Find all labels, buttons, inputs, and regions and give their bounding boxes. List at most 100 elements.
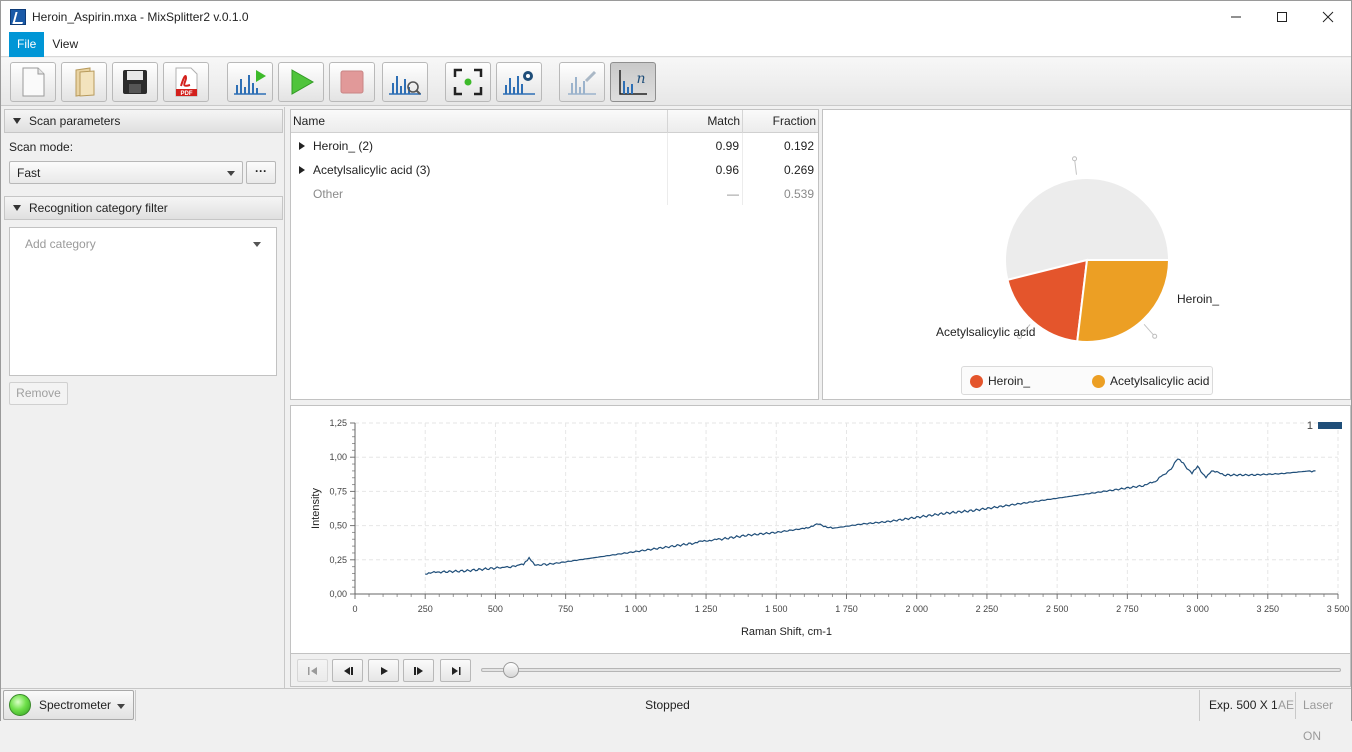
- results-table: Name Match Fraction Heroin_ (2) 0.99 0.1…: [290, 109, 819, 400]
- skip-first-icon: [307, 666, 317, 675]
- toolbar: PDF n: [1, 58, 1351, 106]
- capture-frame-button[interactable]: [445, 62, 491, 102]
- svg-text:PDF: PDF: [181, 91, 193, 97]
- spectrum-legend-marker: [1318, 422, 1342, 429]
- normalize-toggle-button[interactable]: n: [610, 62, 656, 102]
- pie-legend: Heroin_ Acetylsalicylic acid: [961, 366, 1213, 395]
- focus-frame-icon: [453, 68, 483, 96]
- spectrometer-label: Spectrometer: [39, 698, 112, 712]
- playback-bar: [290, 654, 1351, 687]
- auto-exposure-indicator: AE: [1278, 698, 1295, 712]
- pie-label-acetylsalicylic: Acetylsalicylic acid: [936, 325, 1036, 339]
- spectrum-tool-button[interactable]: [559, 62, 605, 102]
- step-forward-button[interactable]: [403, 659, 434, 682]
- chevron-down-icon[interactable]: [253, 242, 261, 247]
- x-tick-label: 500: [488, 604, 503, 614]
- menu-file[interactable]: File: [9, 31, 45, 57]
- maximize-button[interactable]: [1259, 1, 1305, 32]
- scan-parameters-header[interactable]: Scan parameters: [4, 109, 283, 133]
- stop-button[interactable]: [329, 62, 375, 102]
- y-tick-label: 1,25: [329, 418, 347, 428]
- pdf-icon: PDF: [175, 67, 198, 97]
- export-pdf-button[interactable]: PDF: [163, 62, 209, 102]
- svg-text:n: n: [636, 71, 645, 87]
- table-header: Name Match Fraction: [291, 110, 818, 133]
- x-tick-label: 2 000: [905, 604, 928, 614]
- save-button[interactable]: [112, 62, 158, 102]
- x-tick-label: 3 500: [1327, 604, 1350, 614]
- left-panel: Scan parameters Scan mode: Fast ··· Reco…: [1, 107, 285, 688]
- row-name: Heroin_ (2): [313, 139, 374, 153]
- spectrum-legend-label: 1: [1307, 420, 1313, 432]
- status-divider: [1295, 692, 1296, 719]
- normalize-spectrum-icon: n: [619, 70, 647, 95]
- step-back-icon: [343, 666, 353, 675]
- step-back-button[interactable]: [332, 659, 363, 682]
- scan-mode-value: Fast: [17, 165, 41, 180]
- save-icon: [123, 70, 147, 94]
- spectrometer-menu-button[interactable]: Spectrometer: [3, 690, 134, 720]
- menu-view[interactable]: View: [44, 32, 86, 57]
- analyze-spectrum-button[interactable]: [382, 62, 428, 102]
- new-document-button[interactable]: [10, 62, 56, 102]
- column-fraction[interactable]: Fraction: [743, 110, 818, 133]
- last-frame-button[interactable]: [440, 659, 471, 682]
- connection-led-icon: [9, 694, 31, 716]
- scan-parameters-title: Scan parameters: [29, 114, 121, 128]
- analyze-spectrum-icon: [389, 76, 421, 95]
- acquire-spectrum-button[interactable]: [227, 62, 273, 102]
- close-icon: [1322, 11, 1334, 22]
- category-filter-header[interactable]: Recognition category filter: [4, 196, 283, 220]
- run-button[interactable]: [278, 62, 324, 102]
- column-name[interactable]: Name: [291, 110, 668, 133]
- status-bar: Spectrometer Stopped Exp. 500 X 1 AE Las…: [1, 688, 1351, 743]
- window-title: Heroin_Aspirin.mxa - MixSplitter2 v.0.1.…: [32, 9, 249, 24]
- skip-last-icon: [451, 666, 460, 675]
- expand-arrow-icon[interactable]: [299, 142, 305, 150]
- pie-leader-dot: [1072, 156, 1078, 162]
- frame-slider[interactable]: [481, 668, 1341, 672]
- row-match: —: [727, 187, 739, 201]
- acquire-spectrum-icon: [234, 70, 266, 95]
- remove-button[interactable]: Remove: [9, 382, 68, 405]
- frame-slider-thumb[interactable]: [503, 662, 520, 678]
- play-button[interactable]: [368, 659, 399, 682]
- minimize-icon: [1231, 16, 1241, 17]
- spectrum-settings-button[interactable]: [496, 62, 542, 102]
- spectrum-settings-icon: [503, 71, 535, 95]
- row-fraction: 0.192: [783, 139, 814, 153]
- app-window: Heroin_Aspirin.mxa - MixSplitter2 v.0.1.…: [0, 0, 1352, 743]
- table-row[interactable]: Acetylsalicylic acid (3) 0.96 0.269: [291, 158, 818, 182]
- y-tick-label: 0,50: [329, 521, 347, 531]
- column-match[interactable]: Match: [668, 110, 743, 133]
- scan-mode-select[interactable]: Fast: [9, 161, 243, 184]
- table-row[interactable]: Heroin_ (2) 0.99 0.192: [291, 134, 818, 158]
- expand-arrow-icon[interactable]: [299, 166, 305, 174]
- pie-slice-acetylsalicylic-acid[interactable]: [1076, 259, 1171, 343]
- pie-label-heroin: Heroin_: [1177, 292, 1220, 306]
- open-folder-button[interactable]: [61, 62, 107, 102]
- minimize-button[interactable]: [1213, 1, 1259, 32]
- spectrum-grid: [350, 422, 1339, 599]
- exposure-info: Exp. 500 X 1: [1209, 698, 1278, 712]
- table-row[interactable]: Other — 0.539: [291, 182, 818, 206]
- y-tick-label: 1,00: [329, 452, 347, 462]
- x-tick-label: 3 000: [1186, 604, 1209, 614]
- y-tick-label: 0,75: [329, 486, 347, 496]
- add-category-input[interactable]: Add category: [25, 237, 96, 251]
- row-name: Other: [313, 187, 344, 201]
- play-icon: [291, 69, 315, 95]
- x-tick-label: 2 500: [1046, 604, 1069, 614]
- legend-label-acetylsalicylic: Acetylsalicylic acid: [1110, 374, 1210, 388]
- y-axis-title: Intensity: [310, 488, 322, 529]
- row-fraction: 0.269: [783, 163, 814, 177]
- first-frame-button[interactable]: [297, 659, 328, 682]
- stop-icon: [340, 70, 364, 94]
- close-button[interactable]: [1305, 1, 1351, 32]
- collapse-arrow-icon: [13, 205, 21, 211]
- x-tick-label: 750: [558, 604, 573, 614]
- scan-mode-options-button[interactable]: ···: [246, 161, 276, 184]
- category-list[interactable]: Add category: [9, 227, 277, 376]
- x-tick-label: 2 250: [976, 604, 999, 614]
- row-name: Acetylsalicylic acid (3): [313, 163, 431, 177]
